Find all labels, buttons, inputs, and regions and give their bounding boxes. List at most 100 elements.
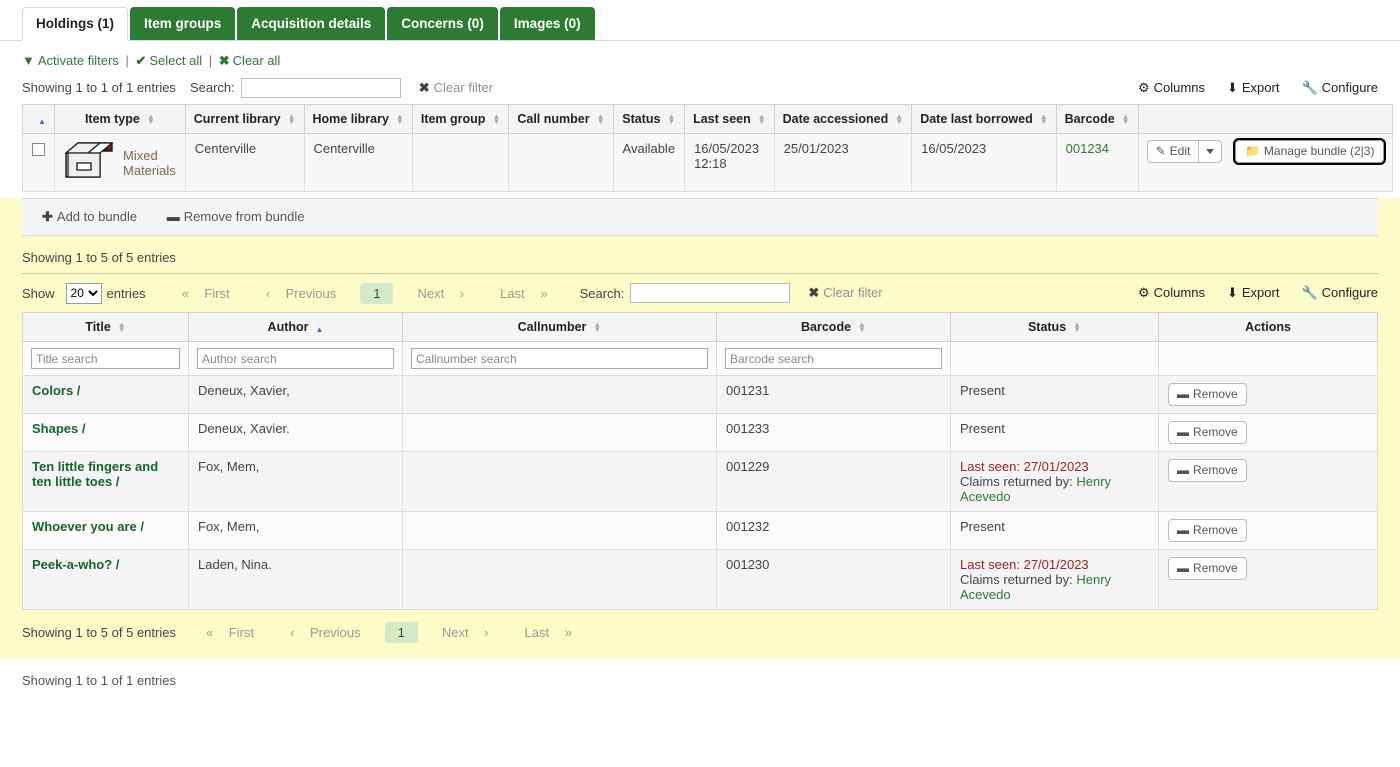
holdings-col-date-accessioned-label: Date accessioned bbox=[783, 112, 889, 126]
row-select-checkbox[interactable] bbox=[32, 143, 45, 156]
minus-icon: ▬ bbox=[1177, 425, 1189, 440]
manage-bundle-label: Manage bundle (2|3) bbox=[1264, 144, 1375, 159]
author-search-input[interactable] bbox=[197, 348, 394, 369]
holdings-col-home-library-label: Home library bbox=[313, 112, 389, 126]
bundle-columns-button[interactable]: ⚙Columns bbox=[1138, 285, 1205, 301]
pagination-last-button[interactable]: Last » bbox=[501, 622, 584, 643]
add-to-bundle-button[interactable]: ✚Add to bundle bbox=[42, 209, 141, 224]
tab-images[interactable]: Images (0) bbox=[500, 7, 595, 40]
pagination-previous-button[interactable]: ‹ Previous bbox=[278, 622, 385, 643]
pagination-last-button[interactable]: Last » bbox=[476, 283, 559, 304]
tab-holdings[interactable]: Holdings (1) bbox=[22, 7, 128, 41]
sort-icon: ▲▼ bbox=[118, 322, 126, 332]
holdings-col-date-last-borrowed[interactable]: Date last borrowed▲▼ bbox=[912, 105, 1056, 134]
bundle-col-title[interactable]: Title▲▼ bbox=[23, 313, 189, 342]
tab-item-groups[interactable]: Item groups bbox=[130, 7, 235, 40]
holdings-row-checkbox-cell[interactable] bbox=[23, 134, 55, 192]
bundle-col-status[interactable]: Status▲▼ bbox=[951, 313, 1159, 342]
bundle-row-actions: ▬Remove bbox=[1159, 452, 1378, 512]
edit-dropdown-toggle[interactable] bbox=[1199, 140, 1222, 163]
barcode-link[interactable]: 001234 bbox=[1066, 141, 1109, 156]
bundle-search-input[interactable] bbox=[630, 283, 790, 303]
pagination-previous-label: Previous bbox=[298, 622, 373, 643]
table-row: Shapes / Deneux, Xavier. 001233 Present … bbox=[23, 414, 1378, 452]
title-link[interactable]: Shapes / bbox=[32, 421, 85, 436]
sort-icon: ▲▼ bbox=[1040, 114, 1048, 124]
callnumber-search-input[interactable] bbox=[411, 348, 708, 369]
bundle-row-status: Last seen: 27/01/2023 Claims returned by… bbox=[951, 452, 1159, 512]
clear-all-link[interactable]: ✖Clear all bbox=[219, 53, 281, 68]
holdings-configure-button[interactable]: 🔧Configure bbox=[1301, 80, 1378, 96]
pagination-page-1[interactable]: 1 bbox=[360, 283, 393, 304]
holdings-col-barcode-label: Barcode bbox=[1065, 112, 1115, 126]
holdings-search-label: Search: bbox=[190, 80, 235, 95]
bundle-row-barcode: 001231 bbox=[717, 376, 951, 414]
tab-concerns[interactable]: Concerns (0) bbox=[387, 7, 498, 40]
title-link[interactable]: Ten little fingers and ten little toes / bbox=[32, 459, 158, 489]
bundle-col-callnumber[interactable]: Callnumber▲▼ bbox=[403, 313, 717, 342]
sort-icon: ▲▼ bbox=[288, 114, 296, 124]
holdings-col-current-library[interactable]: Current library▲▼ bbox=[185, 105, 304, 134]
edit-button[interactable]: ✎Edit bbox=[1147, 140, 1200, 163]
holdings-search-input[interactable] bbox=[241, 78, 401, 98]
minus-icon: ▬ bbox=[167, 209, 180, 224]
bundle-pagination-top: « First ‹ Previous 1 Next › Last » bbox=[170, 283, 560, 304]
table-row: Colors / Deneux, Xavier, 001231 Present … bbox=[23, 376, 1378, 414]
title-link[interactable]: Whoever you are / bbox=[32, 519, 144, 534]
holdings-col-last-seen[interactable]: Last seen▲▼ bbox=[685, 105, 775, 134]
holdings-col-select[interactable]: ▲ bbox=[23, 105, 55, 134]
title-link[interactable]: Peek-a-who? / bbox=[32, 557, 119, 572]
pagination-next-button[interactable]: Next › bbox=[393, 283, 476, 304]
pagination-first-button[interactable]: « First bbox=[170, 283, 254, 304]
minus-icon: ▬ bbox=[1177, 463, 1189, 478]
holdings-export-label: Export bbox=[1242, 80, 1280, 95]
remove-item-button[interactable]: ▬Remove bbox=[1168, 383, 1247, 406]
holdings-col-home-library[interactable]: Home library▲▼ bbox=[304, 105, 412, 134]
holdings-export-button[interactable]: ⬇Export bbox=[1227, 80, 1279, 96]
bundle-clear-filter-button[interactable]: ✖Clear filter bbox=[808, 285, 882, 301]
remove-from-bundle-button[interactable]: ▬Remove from bundle bbox=[167, 209, 305, 224]
remove-item-button[interactable]: ▬Remove bbox=[1168, 519, 1247, 542]
title-search-input[interactable] bbox=[31, 348, 180, 369]
holdings-entries-info: Showing 1 to 1 of 1 entries bbox=[22, 80, 176, 95]
bundle-content: Showing 1 to 5 of 5 entries Show 20 entr… bbox=[0, 236, 1400, 659]
bundle-panel: ✚Add to bundle ▬Remove from bundle Showi… bbox=[0, 198, 1400, 659]
bundle-row-barcode: 001229 bbox=[717, 452, 951, 512]
holdings-table: ▲ Item type▲▼ Current library▲▼ Home lib… bbox=[22, 104, 1393, 192]
remove-item-button[interactable]: ▬Remove bbox=[1168, 421, 1247, 444]
select-all-link[interactable]: ✔Select all bbox=[135, 53, 202, 68]
holdings-col-item-group[interactable]: Item group▲▼ bbox=[412, 105, 509, 134]
pagination-first-button[interactable]: « First bbox=[194, 622, 278, 643]
title-link[interactable]: Colors / bbox=[32, 383, 80, 398]
holdings-row-date-accessioned: 25/01/2023 bbox=[774, 134, 912, 192]
barcode-search-input[interactable] bbox=[725, 348, 942, 369]
remove-item-button[interactable]: ▬Remove bbox=[1168, 459, 1247, 482]
bundle-configure-button[interactable]: 🔧Configure bbox=[1301, 285, 1378, 301]
bundle-page-length-select[interactable]: 20 bbox=[66, 283, 102, 304]
bundle-row-status: Present bbox=[951, 512, 1159, 550]
status-present-text: Present bbox=[960, 421, 1005, 436]
bundle-columns-label: Columns bbox=[1154, 285, 1205, 300]
holdings-columns-button[interactable]: ⚙Columns bbox=[1138, 80, 1205, 96]
bundle-show-label: Show bbox=[22, 286, 55, 301]
holdings-col-item-type[interactable]: Item type▲▼ bbox=[55, 105, 186, 134]
holdings-col-barcode[interactable]: Barcode▲▼ bbox=[1056, 105, 1138, 134]
bundle-col-author[interactable]: Author▲ bbox=[189, 313, 403, 342]
activate-filters-link[interactable]: ▼Activate filters bbox=[22, 53, 119, 68]
pagination-page-1[interactable]: 1 bbox=[385, 622, 418, 643]
remove-item-button[interactable]: ▬Remove bbox=[1168, 557, 1247, 580]
mixed-materials-box-icon bbox=[64, 141, 114, 184]
holdings-col-status[interactable]: Status▲▼ bbox=[613, 105, 685, 134]
bundle-row-status: Present bbox=[951, 376, 1159, 414]
bundle-col-barcode-label: Barcode bbox=[801, 320, 851, 334]
tab-acquisition-details[interactable]: Acquisition details bbox=[237, 7, 385, 40]
bundle-export-button[interactable]: ⬇Export bbox=[1227, 285, 1279, 301]
manage-bundle-button[interactable]: 📁Manage bundle (2|3) bbox=[1235, 140, 1384, 163]
holdings-clear-filter-button[interactable]: ✖Clear filter bbox=[419, 80, 493, 96]
pagination-next-label: Next bbox=[405, 283, 456, 304]
bundle-col-barcode[interactable]: Barcode▲▼ bbox=[717, 313, 951, 342]
holdings-col-call-number[interactable]: Call number▲▼ bbox=[509, 105, 613, 134]
holdings-col-date-accessioned[interactable]: Date accessioned▲▼ bbox=[774, 105, 912, 134]
pagination-next-button[interactable]: Next › bbox=[418, 622, 501, 643]
pagination-previous-button[interactable]: ‹ Previous bbox=[254, 283, 361, 304]
